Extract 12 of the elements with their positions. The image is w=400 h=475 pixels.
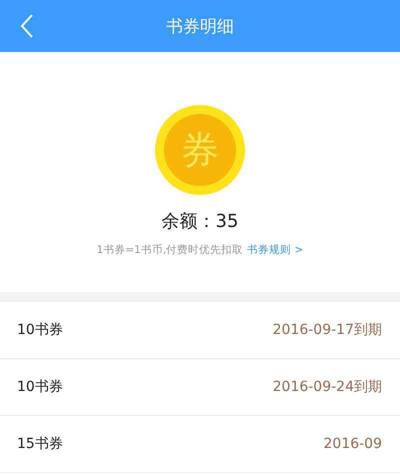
back-icon[interactable] <box>20 13 34 39</box>
coupon-name: 15书券 <box>17 435 63 453</box>
note-text: 1书券=1书币,付费时优先扣取 <box>96 244 244 256</box>
balance-text: 余额：35 <box>162 210 238 233</box>
coupon-name: 10书券 <box>17 378 63 396</box>
coupon-name: 10书券 <box>17 321 63 339</box>
expiry-date: 2016-09-24到期 <box>272 378 382 396</box>
expiry-date: 2016-09-17到期 <box>272 321 382 339</box>
rules-link[interactable]: 书券规则 > <box>247 244 304 256</box>
page-title: 书券明细 <box>166 16 234 38</box>
coin-icon: 券 <box>155 105 245 195</box>
expiry-date: 2016-09 <box>324 436 382 452</box>
